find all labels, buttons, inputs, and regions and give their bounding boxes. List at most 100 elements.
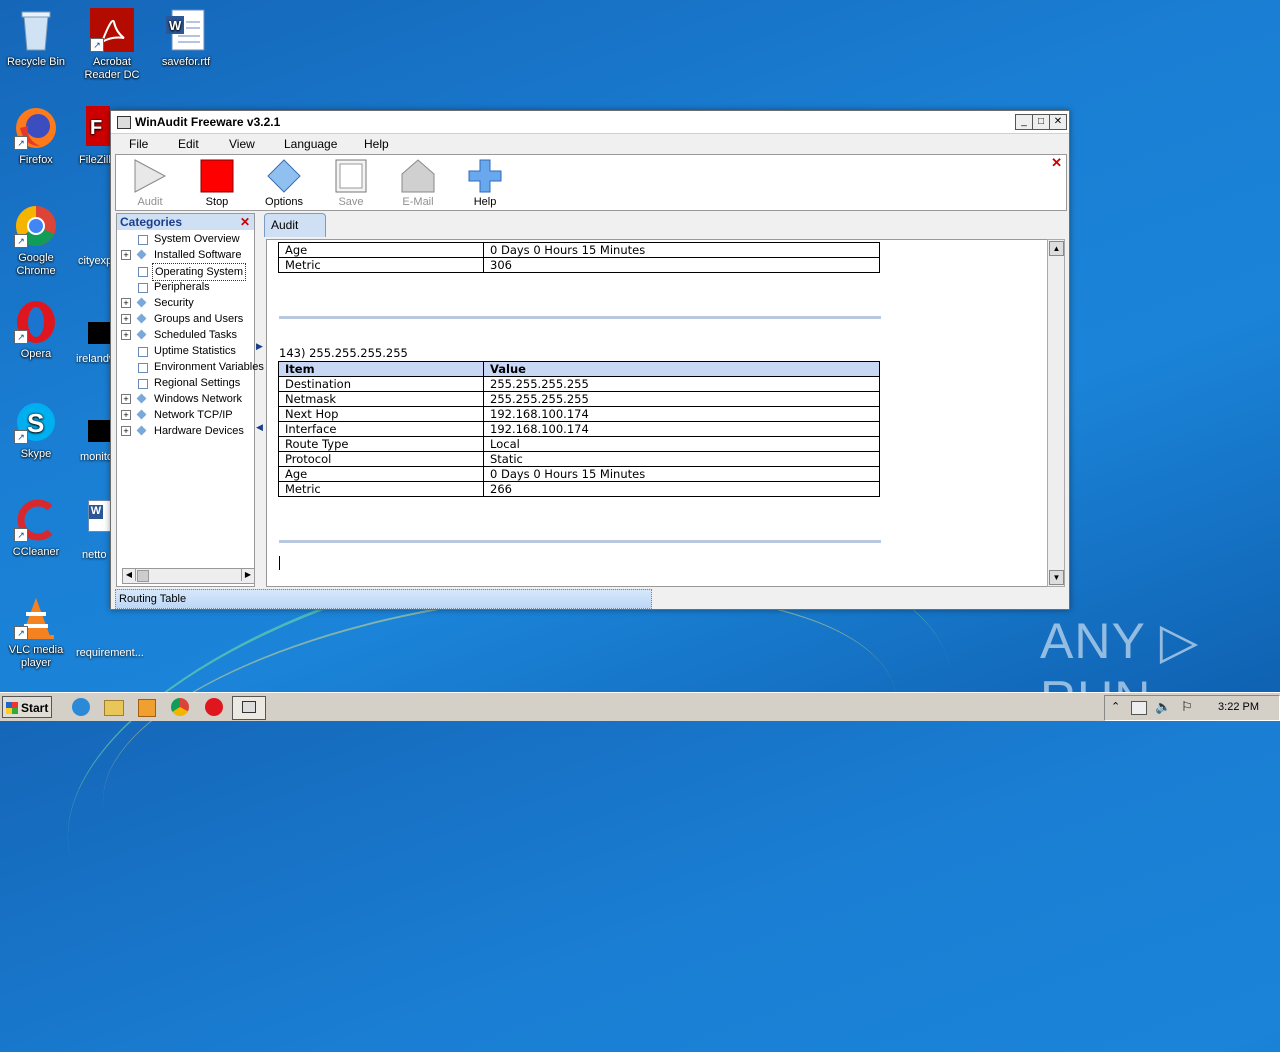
stop-button[interactable]: Stop	[187, 159, 247, 208]
audit-button[interactable]: Audit	[120, 159, 180, 208]
category-label: Hardware Devices	[154, 425, 244, 437]
desktop-icon-recycle-bin[interactable]: Recycle Bin	[0, 8, 72, 69]
table-row: Protocol Static	[278, 451, 880, 467]
item-cell: Metric	[278, 481, 484, 497]
toolbar-close-icon[interactable]: ✕	[1051, 155, 1062, 171]
tray-expand-icon[interactable]: ⌃	[1111, 700, 1120, 713]
category-item[interactable]: + Hardware Devices	[117, 423, 254, 439]
taskbar-explorer-icon[interactable]	[104, 700, 124, 716]
tray-volume-icon[interactable]: 🔈	[1155, 699, 1171, 715]
taskbar-chrome-icon[interactable]	[171, 698, 189, 716]
expand-plus-icon[interactable]: +	[121, 330, 131, 340]
taskbar-ie-icon[interactable]	[72, 698, 90, 716]
taskbar-winaudit-button[interactable]	[232, 696, 266, 720]
table-row: Interface 192.168.100.174	[278, 421, 880, 437]
menu-view[interactable]: View	[229, 137, 255, 151]
clock[interactable]: 3:22 PM	[1218, 701, 1259, 713]
category-item[interactable]: Operating System	[117, 263, 254, 281]
value-cell: 0 Days 0 Hours 15 Minutes	[483, 242, 880, 258]
menu-language[interactable]: Language	[284, 137, 337, 151]
category-item[interactable]: Environment Variables	[117, 359, 264, 375]
save-button[interactable]: Save	[321, 159, 381, 208]
taskbar: Start ⌃ 🔈 ⚐ 3:22 PM	[0, 692, 1280, 721]
menu-help[interactable]: Help	[364, 137, 389, 151]
categories-header: Categories ✕	[117, 214, 254, 230]
toolbar: Audit Stop Options Save E-Mail Help ✕	[115, 154, 1067, 211]
menu-edit[interactable]: Edit	[178, 137, 199, 151]
desktop-icon-netto-label[interactable]: netto	[82, 549, 106, 561]
desktop-icon-vlc[interactable]: ↗ VLC media player	[0, 596, 72, 670]
email-button[interactable]: E-Mail	[388, 159, 448, 208]
scroll-right-icon[interactable]: ▶	[241, 569, 254, 581]
desktop-icon-savefor[interactable]: W savefor.rtf	[150, 8, 222, 69]
tray-flag-icon[interactable]: ⚐	[1181, 699, 1193, 715]
firefox-icon: ↗	[14, 106, 58, 150]
options-button[interactable]: Options	[254, 159, 314, 208]
scroll-thumb[interactable]	[137, 570, 149, 582]
expand-plus-icon[interactable]: +	[121, 426, 131, 436]
desktop-icon-cityexp-label[interactable]: cityexp	[78, 255, 112, 267]
tab-audit[interactable]: Audit	[264, 213, 326, 237]
table-row: Metric 266	[278, 481, 880, 497]
category-label: Environment Variables	[154, 361, 264, 373]
desktop-icon-skype[interactable]: S ↗ Skype	[0, 400, 72, 461]
category-item[interactable]: System Overview	[117, 231, 254, 247]
expand-plus-icon[interactable]: +	[121, 250, 131, 260]
category-item[interactable]: Peripherals	[117, 279, 254, 295]
expand-plus-icon[interactable]: +	[121, 394, 131, 404]
desktop-icon-chrome[interactable]: ↗ Google Chrome	[0, 204, 72, 278]
opera-icon: ↗	[14, 300, 58, 344]
category-item[interactable]: + Groups and Users	[117, 311, 254, 327]
menu-file[interactable]: File	[129, 137, 148, 151]
shortcut-arrow-icon: ↗	[14, 234, 28, 248]
taskbar-opera-icon[interactable]	[205, 698, 223, 716]
category-item[interactable]: + Security	[117, 295, 254, 311]
page-icon	[138, 363, 148, 373]
house-envelope-icon	[400, 159, 436, 193]
desktop-icon-monito-label[interactable]: monito	[80, 451, 113, 463]
maximize-button[interactable]: □	[1032, 114, 1050, 130]
diamond-icon	[136, 425, 147, 436]
start-button[interactable]: Start	[2, 696, 52, 718]
expand-plus-icon[interactable]: +	[121, 298, 131, 308]
page-icon	[138, 347, 148, 357]
desktop-icon-requirement-label[interactable]: requirement...	[76, 647, 144, 659]
svg-text:W: W	[169, 18, 182, 33]
minimize-button[interactable]: _	[1015, 114, 1033, 130]
red-square-icon	[199, 159, 235, 193]
scroll-up-icon[interactable]: ▲	[1049, 241, 1064, 256]
desktop-icon-ccleaner[interactable]: ↗ CCleaner	[0, 498, 72, 559]
route-title: 143) 255.255.255.255	[279, 346, 408, 360]
windows-logo-icon	[6, 702, 18, 714]
desktop-icon-opera[interactable]: ↗ Opera	[0, 300, 72, 361]
taskbar-media-player-icon[interactable]	[138, 699, 156, 717]
panel-splitter[interactable]: ▶ ◀	[256, 341, 263, 433]
shortcut-arrow-icon: ↗	[14, 136, 28, 150]
desktop-icon-monito-thumb	[88, 420, 110, 442]
diamond-icon	[136, 313, 147, 324]
report-vertical-scrollbar[interactable]: ▲ ▼	[1047, 239, 1065, 587]
category-item[interactable]: Regional Settings	[117, 375, 254, 391]
desktop-icon-acrobat[interactable]: ↗ Acrobat Reader DC	[76, 8, 148, 82]
close-button[interactable]: ✕	[1049, 114, 1067, 130]
scroll-left-icon[interactable]: ◀	[123, 569, 136, 581]
value-cell: 192.168.100.174	[483, 406, 880, 422]
diamond-icon	[136, 297, 147, 308]
shortcut-arrow-icon: ↗	[14, 528, 28, 542]
desktop-icon-firefox[interactable]: ↗ Firefox	[0, 106, 72, 167]
tray-network-icon[interactable]	[1131, 701, 1147, 715]
expand-plus-icon[interactable]: +	[121, 410, 131, 420]
category-item[interactable]: + Windows Network	[117, 391, 254, 407]
categories-close-icon[interactable]: ✕	[240, 214, 250, 230]
expand-plus-icon[interactable]: +	[121, 314, 131, 324]
categories-horizontal-scrollbar[interactable]: ◀ ▶	[122, 568, 255, 584]
table-row: Next Hop 192.168.100.174	[278, 406, 880, 422]
scroll-down-icon[interactable]: ▼	[1049, 570, 1064, 585]
category-item[interactable]: + Scheduled Tasks	[117, 327, 254, 343]
category-item[interactable]: + Network TCP/IP	[117, 407, 254, 423]
title-bar[interactable]: WinAudit Freeware v3.2.1 _ □ ✕	[111, 111, 1069, 134]
category-item[interactable]: Uptime Statistics	[117, 343, 254, 359]
system-tray: ⌃ 🔈 ⚐ 3:22 PM	[1104, 695, 1280, 721]
help-button[interactable]: Help	[455, 159, 515, 208]
category-item[interactable]: + Installed Software	[117, 247, 254, 263]
